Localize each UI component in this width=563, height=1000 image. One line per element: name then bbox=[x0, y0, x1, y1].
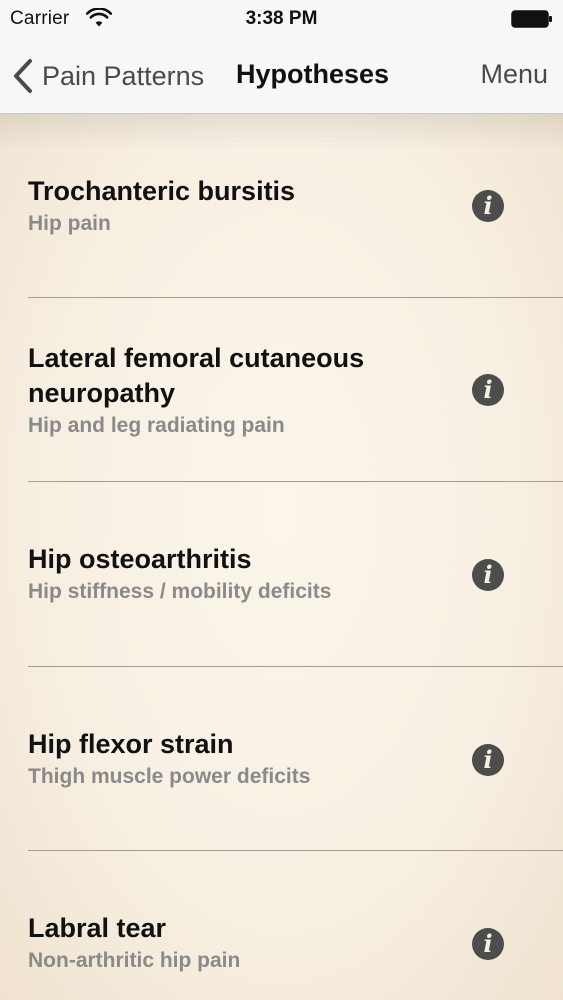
list-item-text: Hip flexor strain Thigh muscle power def… bbox=[28, 667, 428, 851]
page-title: Hypotheses bbox=[236, 59, 390, 89]
list-item-subtitle: Hip and leg radiating pain bbox=[28, 413, 285, 437]
list-item-title: Trochanteric bursitis bbox=[28, 176, 296, 206]
back-button-label: Pain Patterns bbox=[42, 60, 205, 91]
info-button[interactable]: i bbox=[472, 190, 504, 222]
info-button[interactable]: i bbox=[472, 374, 504, 406]
list-item-text: Lateral femoral cutaneous neuropathy Hip… bbox=[28, 298, 428, 482]
info-icon: i bbox=[483, 190, 493, 220]
list-item-labral-tear[interactable]: Labral tear Non-arthritic hip pain i bbox=[0, 851, 563, 1000]
list-item-text: Hip osteoarthritis Hip stiffness / mobil… bbox=[28, 482, 428, 666]
info-icon: i bbox=[483, 928, 493, 958]
list-item-subtitle: Hip pain bbox=[28, 212, 111, 235]
list-item-title: Lateral femoral cutaneous neuropathy bbox=[28, 342, 365, 408]
hypotheses-list: Trochanteric bursitis Hip pain i Lateral… bbox=[0, 114, 563, 1000]
list-item-lateral-femoral-cutaneous-neuropathy[interactable]: Lateral femoral cutaneous neuropathy Hip… bbox=[0, 298, 563, 482]
list-item-trochanteric-bursitis[interactable]: Trochanteric bursitis Hip pain i bbox=[0, 114, 563, 298]
list-item-hip-osteoarthritis[interactable]: Hip osteoarthritis Hip stiffness / mobil… bbox=[0, 482, 563, 666]
list-item-subtitle: Thigh muscle power deficits bbox=[28, 765, 311, 788]
menu-button[interactable]: Menu bbox=[480, 59, 548, 90]
info-icon: i bbox=[483, 559, 493, 589]
battery-icon bbox=[511, 10, 552, 28]
chevron-left-icon bbox=[14, 59, 32, 93]
list-item-subtitle: Non-arthritic hip pain bbox=[28, 949, 241, 972]
info-icon: i bbox=[483, 744, 493, 774]
list-item-title: Hip flexor strain bbox=[28, 729, 234, 759]
status-bar: Carrier 3:38 PM bbox=[0, 0, 563, 40]
status-time: 3:38 PM bbox=[245, 8, 318, 29]
info-button[interactable]: i bbox=[472, 744, 504, 776]
navigation-bar: Pain Patterns Hypotheses Menu bbox=[0, 40, 563, 114]
info-button[interactable]: i bbox=[472, 559, 504, 591]
list-item-text: Labral tear Non-arthritic hip pain bbox=[28, 851, 428, 1000]
list-item-subtitle: Hip stiffness / mobility deficits bbox=[28, 580, 332, 603]
list-item-text: Trochanteric bursitis Hip pain bbox=[28, 114, 428, 298]
info-button[interactable]: i bbox=[472, 928, 504, 960]
list-item-title: Hip osteoarthritis bbox=[28, 544, 252, 574]
info-icon: i bbox=[483, 374, 493, 404]
back-button[interactable]: Pain Patterns bbox=[12, 54, 204, 98]
list-item-hip-flexor-strain[interactable]: Hip flexor strain Thigh muscle power def… bbox=[0, 667, 563, 851]
list-item-title: Labral tear bbox=[28, 913, 167, 943]
